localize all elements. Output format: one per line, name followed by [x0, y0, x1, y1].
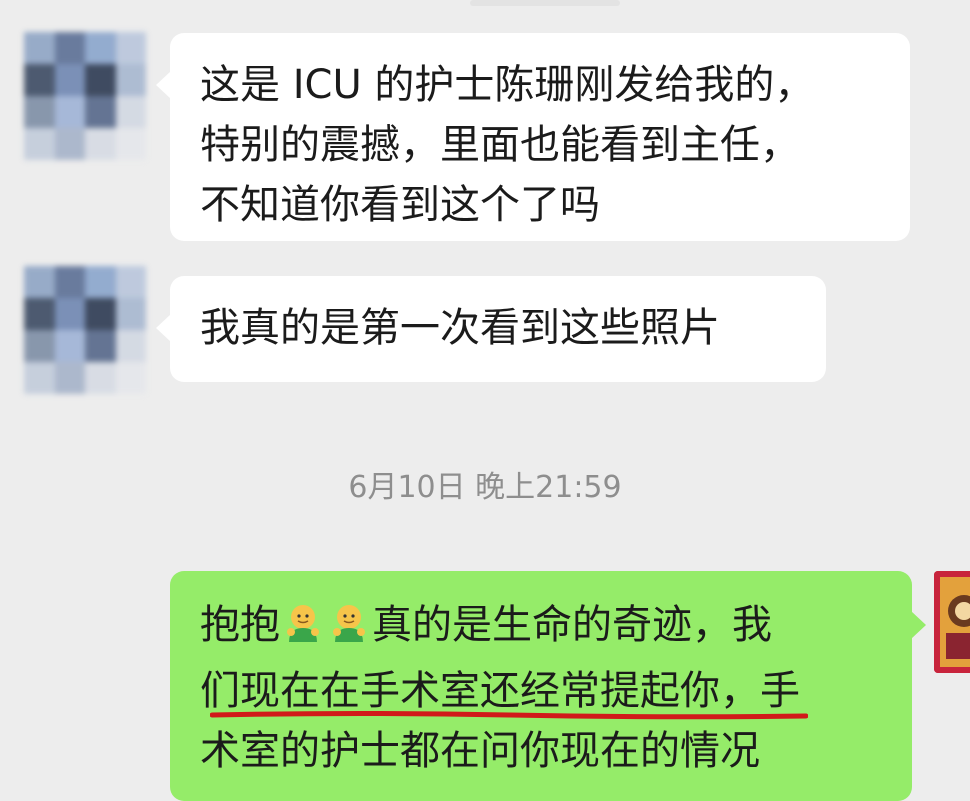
red-underline-annotation: [210, 711, 808, 720]
message-line: 术室的护士都在问你现在的情况: [200, 728, 760, 774]
message-line: 我真的是第一次看到这些照片: [200, 305, 720, 351]
message-line: 特别的震撼，里面也能看到主任，: [200, 122, 800, 168]
my-avatar[interactable]: [934, 571, 970, 673]
message-line: 不知道你看到这个了吗: [200, 182, 600, 228]
top-edge-shadow: [470, 0, 620, 6]
contact-avatar-blurred[interactable]: [24, 32, 146, 160]
incoming-message-bubble[interactable]: 我真的是第一次看到这些照片: [156, 276, 826, 382]
hug-emoji-icon: [282, 601, 324, 661]
incoming-message-bubble[interactable]: 这是 ICU 的护士陈珊刚发给我的， 特别的震撼，里面也能看到主任， 不知道你看…: [156, 33, 910, 241]
message-line: 这是 ICU 的护士陈珊刚发给我的，: [200, 62, 815, 108]
hug-emoji-icon: [328, 601, 370, 661]
outgoing-message-bubble[interactable]: 抱抱 真的是生命的奇迹，我 们现在在手术室还经常提起你，手 术室的护士都在问你现在…: [170, 571, 926, 801]
contact-avatar-blurred[interactable]: [24, 266, 146, 394]
message-text: 真的是生命的奇迹，我: [372, 602, 772, 648]
message-text: 抱抱: [200, 602, 280, 648]
chat-timestamp: 6月10日 晚上21:59: [348, 470, 622, 505]
